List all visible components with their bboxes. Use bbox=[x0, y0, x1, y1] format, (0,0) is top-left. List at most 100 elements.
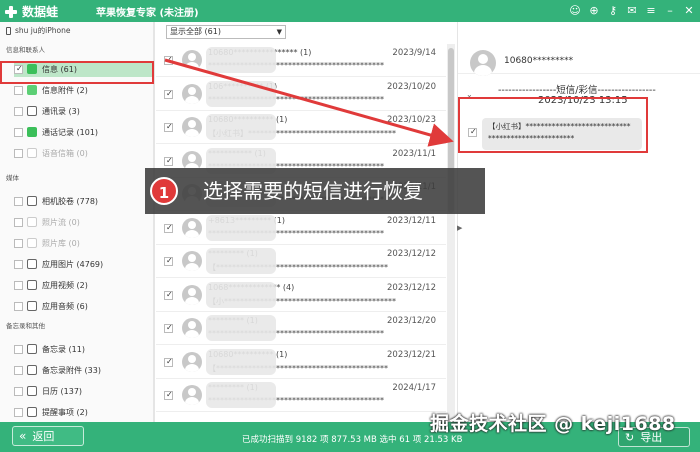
row-date: 2023/12/20 bbox=[387, 316, 436, 326]
privacy-blur bbox=[206, 248, 276, 274]
sidebar-item[interactable]: 备忘录 (11) bbox=[14, 341, 152, 357]
sidebar-item[interactable]: 应用音频 (6) bbox=[14, 298, 152, 314]
sidebar-item-checkbox[interactable] bbox=[14, 85, 23, 95]
highlight-box-message bbox=[458, 97, 648, 153]
sidebar-item[interactable]: 照片库 (0) bbox=[14, 235, 152, 251]
cart-icon[interactable]: ⊕ bbox=[587, 3, 601, 18]
row-checkbox[interactable] bbox=[164, 89, 173, 99]
sidebar-item-checkbox[interactable] bbox=[14, 386, 23, 396]
message-row[interactable]: ********* (1)2023/12/12【****************… bbox=[156, 245, 446, 278]
sidebar-item[interactable]: 信息附件 (2) bbox=[14, 82, 152, 98]
back-label: 返回 bbox=[32, 430, 55, 443]
key-icon[interactable]: ⚷ bbox=[606, 3, 620, 18]
close-icon[interactable]: ✕ bbox=[682, 3, 696, 18]
double-chevron-left-icon: « bbox=[19, 429, 27, 443]
message-row[interactable]: 10680********** (1)2023/10/23【小红书】******… bbox=[156, 111, 446, 144]
contacts-icon bbox=[27, 106, 37, 116]
row-date: 2023/9/14 bbox=[392, 48, 436, 58]
user-icon[interactable]: ☺ bbox=[568, 3, 582, 18]
back-button[interactable]: « 返回 bbox=[12, 426, 84, 446]
sidebar-item[interactable]: 提醒事项 (2) bbox=[14, 404, 152, 420]
reminder-icon bbox=[27, 407, 37, 417]
sidebar-item-checkbox[interactable] bbox=[14, 148, 23, 158]
sidebar-item[interactable]: 备忘录附件 (33) bbox=[14, 362, 152, 378]
sidebar-item-label: 信息附件 (2) bbox=[42, 85, 88, 95]
phone-icon bbox=[27, 127, 37, 137]
watermark: 掘金技术社区 @ keji1688 bbox=[430, 413, 676, 435]
device-row[interactable]: shu ju的iPhone bbox=[6, 25, 70, 36]
contact-avatar bbox=[470, 50, 496, 76]
sidebar-item-checkbox[interactable] bbox=[14, 407, 23, 417]
chevron-down-icon: ▼ bbox=[276, 28, 282, 36]
sidebar-item-checkbox[interactable] bbox=[14, 280, 23, 290]
sidebar-item-label: 日历 (137) bbox=[42, 386, 83, 396]
menu-icon[interactable]: ≡ bbox=[644, 3, 658, 18]
message-row[interactable]: 10680********** (1)2023/12/21【**********… bbox=[156, 346, 446, 379]
message-row[interactable]: ********* (1)2023/12/20*****************… bbox=[156, 312, 446, 345]
sidebar-item-checkbox[interactable] bbox=[14, 106, 23, 116]
minimize-icon[interactable]: – bbox=[663, 3, 677, 18]
sidebar-item[interactable]: 应用图片 (4769) bbox=[14, 256, 152, 272]
calendar-icon bbox=[27, 386, 37, 396]
row-checkbox[interactable] bbox=[164, 223, 173, 233]
pane-toggle-arrow-icon[interactable]: ▶ bbox=[457, 224, 462, 232]
detail-header: 10680********* bbox=[458, 22, 700, 76]
chat-icon[interactable]: ✉ bbox=[625, 3, 639, 18]
step-badge: 1 bbox=[150, 177, 178, 205]
sidebar-item-checkbox[interactable] bbox=[14, 196, 23, 206]
sidebar-item[interactable]: 相机胶卷 (778) bbox=[14, 193, 152, 209]
row-checkbox[interactable] bbox=[164, 357, 173, 367]
filter-value: 显示全部 (61) bbox=[170, 27, 221, 36]
notes-attachment-icon bbox=[27, 365, 37, 375]
row-checkbox[interactable] bbox=[164, 55, 173, 65]
sidebar-item[interactable]: 照片流 (0) bbox=[14, 214, 152, 230]
row-checkbox[interactable] bbox=[164, 156, 173, 166]
sidebar-item-label: 照片库 (0) bbox=[42, 238, 80, 248]
message-row[interactable]: 10680**************** (1)2023/9/14******… bbox=[156, 44, 446, 77]
row-avatar bbox=[182, 351, 202, 372]
privacy-blur bbox=[206, 382, 276, 408]
privacy-blur bbox=[206, 281, 276, 308]
row-checkbox[interactable] bbox=[164, 256, 173, 266]
row-checkbox[interactable] bbox=[164, 323, 173, 333]
row-checkbox[interactable] bbox=[164, 122, 173, 132]
row-date: 2023/10/20 bbox=[387, 81, 436, 92]
privacy-blur bbox=[206, 348, 276, 375]
message-row[interactable]: +8613********* (1)2023/12/11************… bbox=[156, 212, 446, 245]
sidebar-item-checkbox[interactable] bbox=[14, 301, 23, 311]
sidebar-item[interactable]: 日历 (137) bbox=[14, 383, 152, 399]
sidebar-item[interactable]: 应用视频 (2) bbox=[14, 277, 152, 293]
privacy-blur bbox=[206, 80, 276, 107]
message-row[interactable]: ********* (1)2024/1/17******************… bbox=[156, 379, 446, 412]
sidebar-item-checkbox[interactable] bbox=[14, 238, 23, 248]
sidebar-item-checkbox[interactable] bbox=[14, 127, 23, 137]
message-list-pane: 显示全部 (61) ▼ 10680**************** (1)202… bbox=[156, 22, 456, 422]
privacy-blur bbox=[206, 214, 276, 241]
attachment-icon bbox=[27, 85, 37, 95]
row-date: 2023/12/11 bbox=[387, 215, 436, 226]
video-icon bbox=[27, 280, 37, 290]
sidebar-item-label: 应用音频 (6) bbox=[42, 301, 88, 311]
sidebar-item-checkbox[interactable] bbox=[14, 365, 23, 375]
message-row[interactable]: 106********** (1)2023/10/20*************… bbox=[156, 78, 446, 111]
sidebar-item[interactable]: 通话记录 (101) bbox=[14, 124, 152, 140]
sidebar-item-label: 提醒事项 (2) bbox=[42, 407, 88, 417]
row-date: 2023/10/23 bbox=[387, 115, 436, 125]
sidebar-item[interactable]: 语音信箱 (0) bbox=[14, 145, 152, 161]
row-checkbox[interactable] bbox=[164, 390, 173, 400]
sidebar-item[interactable]: 通讯录 (3) bbox=[14, 103, 152, 119]
photolibrary-icon bbox=[27, 238, 37, 248]
row-avatar bbox=[182, 385, 202, 405]
iphone-icon bbox=[6, 26, 11, 35]
filter-select[interactable]: 显示全部 (61) ▼ bbox=[166, 25, 286, 39]
sidebar-section-title: 信息和联系人 bbox=[6, 46, 45, 54]
sidebar-item-label: 备忘录附件 (33) bbox=[42, 365, 101, 375]
row-checkbox[interactable] bbox=[164, 290, 173, 300]
message-row[interactable]: 1068************* (4)2023/12/12【小*******… bbox=[156, 279, 446, 312]
row-avatar bbox=[182, 117, 202, 137]
sidebar-item-checkbox[interactable] bbox=[14, 344, 23, 354]
sidebar-item-checkbox[interactable] bbox=[14, 217, 23, 227]
instruction-callout: 选择需要的短信进行恢复 bbox=[145, 168, 485, 214]
sidebar-item-checkbox[interactable] bbox=[14, 259, 23, 269]
sidebar-section-title: 媒体 bbox=[6, 174, 19, 182]
